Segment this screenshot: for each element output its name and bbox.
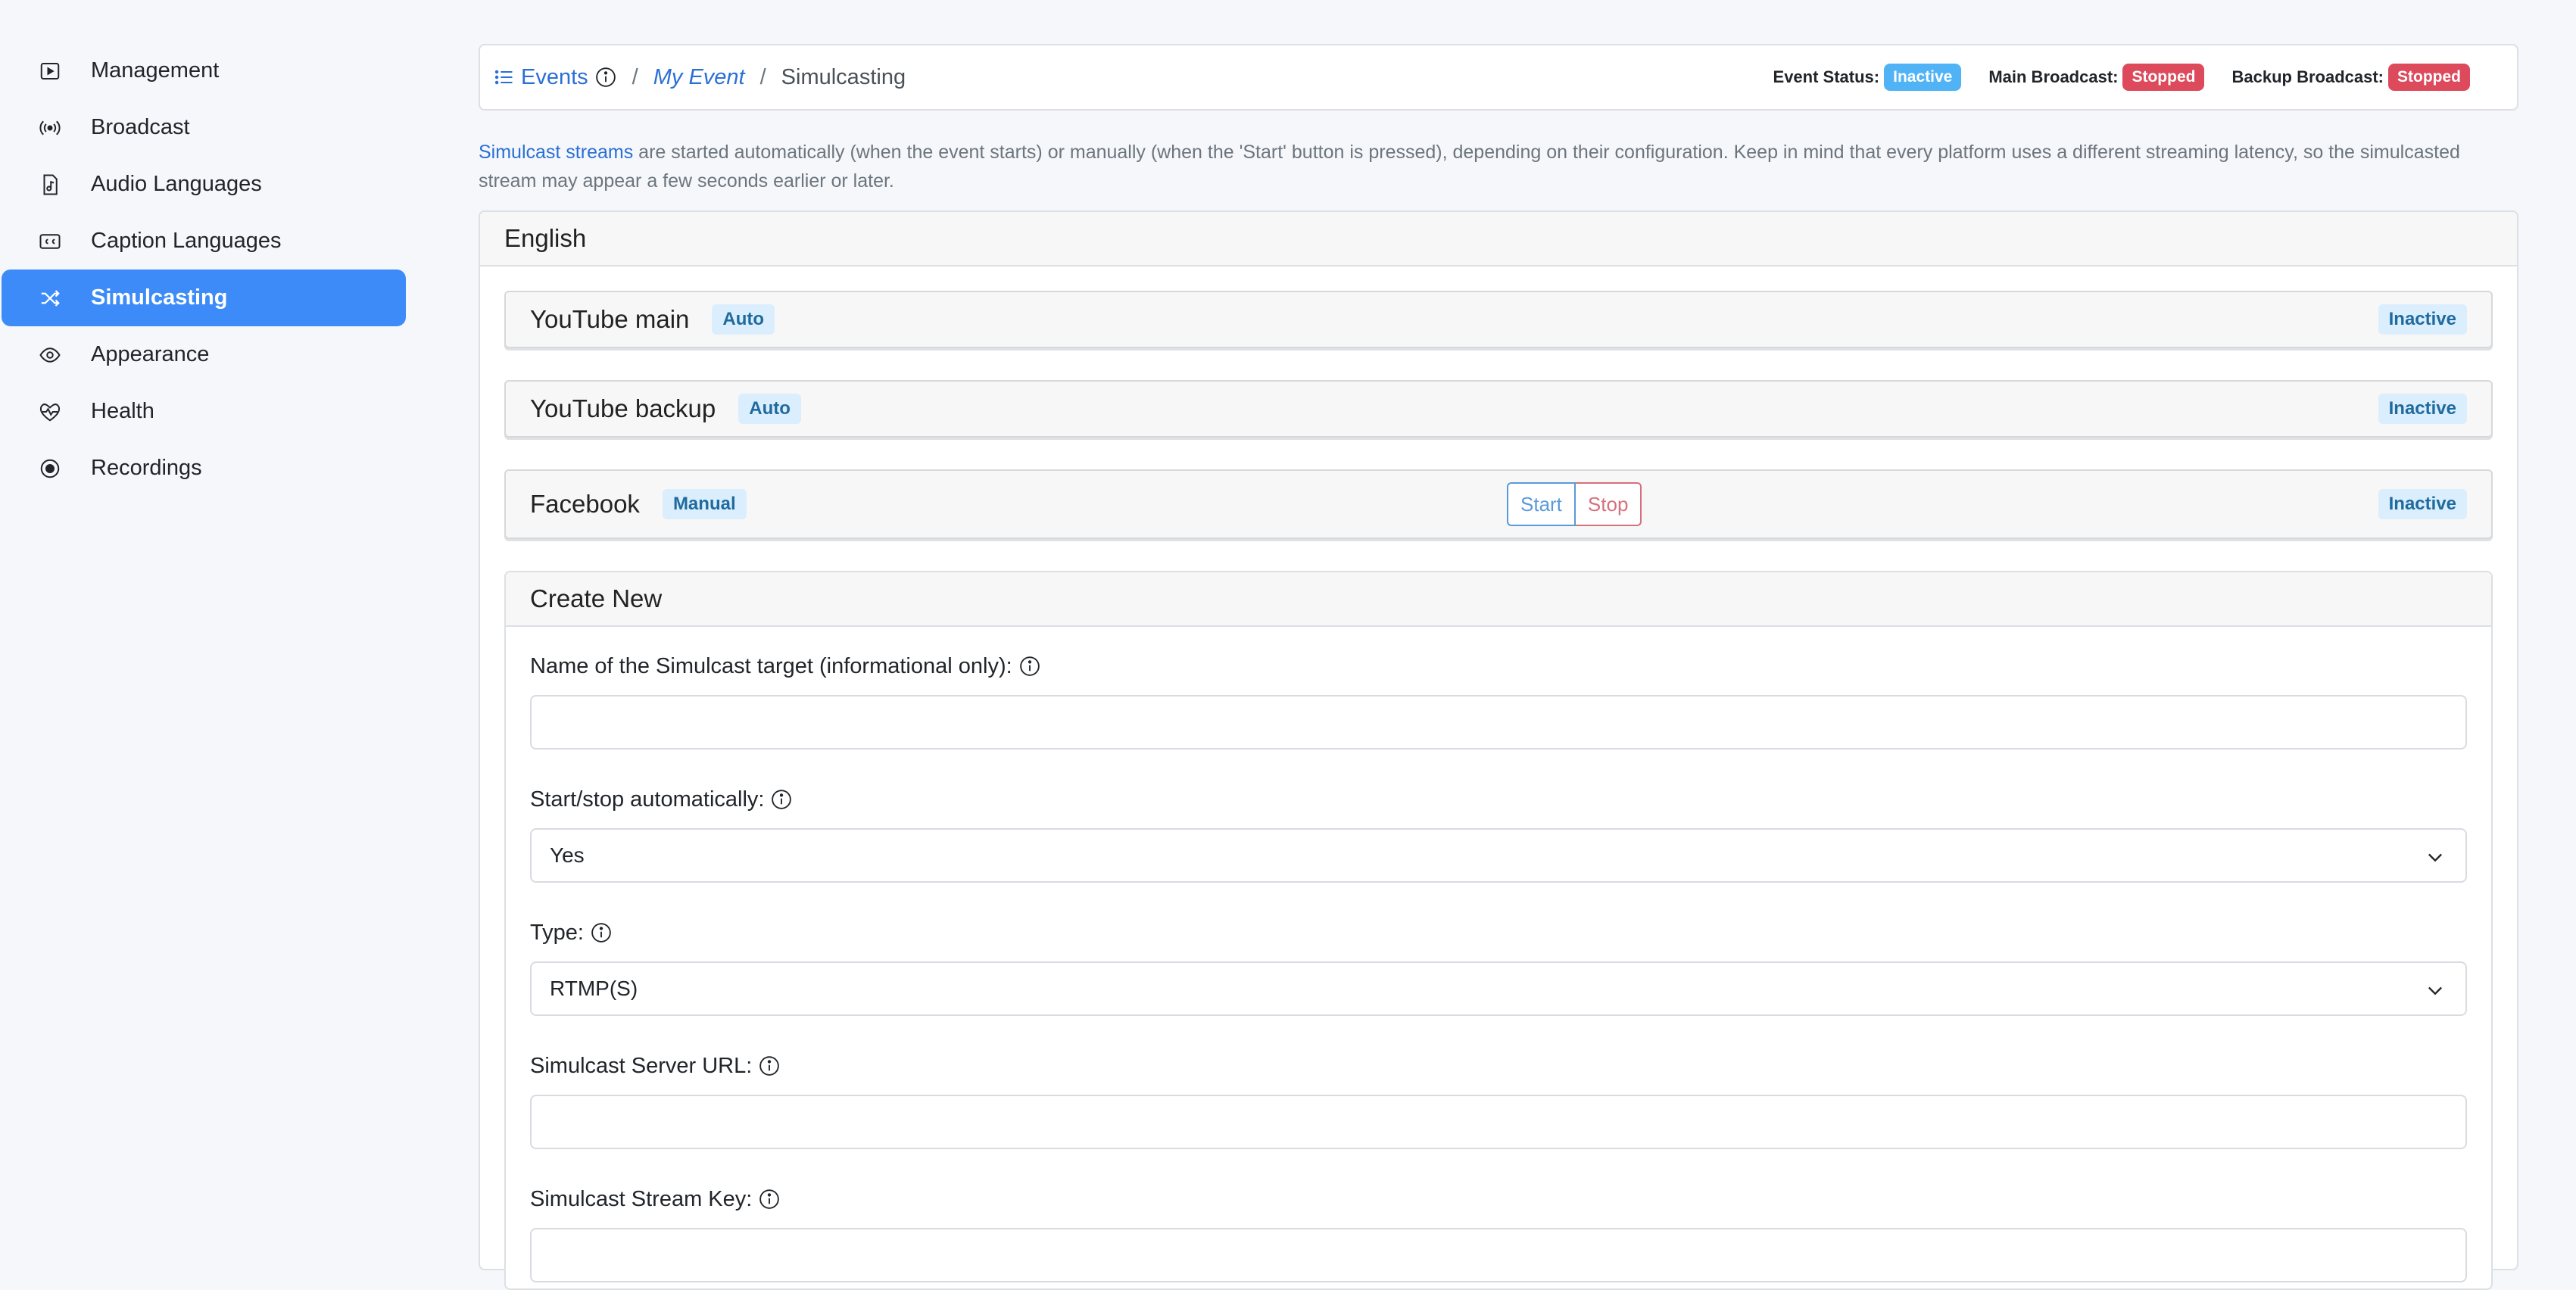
stream-row[interactable]: Facebook Manual Start Stop Inactive [504, 469, 2493, 539]
breadcrumb-current: Simulcasting [781, 64, 906, 89]
record-icon [38, 456, 62, 481]
main-broadcast-label: Main Broadcast: [1988, 67, 2119, 86]
event-status-label: Event Status: [1773, 67, 1880, 86]
intro-text: Simulcast streams are started automatica… [479, 138, 2518, 195]
list-icon [494, 70, 513, 85]
info-icon[interactable] [594, 66, 617, 89]
stream-row[interactable]: YouTube main Auto Inactive [504, 291, 2493, 348]
name-input[interactable] [530, 695, 2467, 749]
sidebar-item-label: Audio Languages [91, 172, 262, 196]
server-url-input[interactable] [530, 1095, 2467, 1149]
language-card: English YouTube main Auto Inactive YouTu… [479, 210, 2518, 1290]
chevron-down-icon [2428, 986, 2442, 996]
sidebar-item-management[interactable]: Management [2, 42, 406, 99]
create-new-card: Create New Name of the Simulcast target … [504, 571, 2493, 1290]
stream-name: YouTube main [530, 305, 690, 333]
sidebar-item-label: Appearance [91, 342, 210, 366]
sidebar-item-label: Simulcasting [91, 285, 228, 310]
sidebar: Management Broadcast Audio Languages Cap… [0, 0, 409, 1273]
stream-mode-badge: Auto [712, 304, 775, 335]
stream-mode-badge: Auto [738, 394, 801, 424]
main-broadcast-badge: Stopped [2122, 64, 2205, 91]
sidebar-item-broadcast[interactable]: Broadcast [2, 99, 406, 156]
sidebar-item-recordings[interactable]: Recordings [2, 440, 406, 497]
stream-status-badge: Inactive [2378, 394, 2467, 424]
event-status-badge: Inactive [1884, 64, 1962, 91]
start-button[interactable]: Start [1507, 482, 1576, 526]
auto-label-text: Start/stop automatically: [530, 787, 765, 812]
backup-broadcast-label: Backup Broadcast: [2231, 67, 2384, 86]
info-icon[interactable] [1018, 655, 1041, 678]
key-field-label: Simulcast Stream Key: [530, 1184, 2467, 1214]
start-stop-group: Start Stop [1507, 482, 1642, 526]
stream-status-badge: Inactive [2378, 304, 2467, 335]
breadcrumb: Events / My Event / Simulcasting [494, 65, 906, 90]
auto-select-value: Yes [550, 843, 585, 867]
shuffle-icon [38, 286, 62, 310]
top-bar: Events / My Event / Simulcasting Event S… [479, 44, 2518, 111]
breadcrumb-events-label: Events [521, 64, 588, 89]
auto-field-label: Start/stop automatically: [530, 784, 2467, 815]
sidebar-item-simulcasting[interactable]: Simulcasting [2, 270, 406, 326]
heart-pulse-icon [38, 400, 62, 424]
broadcast-icon [38, 116, 62, 140]
info-icon[interactable] [758, 1188, 781, 1211]
info-icon[interactable] [770, 788, 793, 811]
sidebar-item-label: Recordings [91, 456, 202, 480]
name-label-text: Name of the Simulcast target (informatio… [530, 653, 1012, 678]
cc-icon [38, 229, 62, 254]
language-title: English [480, 212, 2517, 266]
intro-body: are started automatically (when the even… [479, 142, 2460, 192]
key-label-text: Simulcast Stream Key: [530, 1186, 753, 1211]
info-icon[interactable] [590, 921, 613, 944]
stream-status-badge: Inactive [2378, 489, 2467, 519]
url-label-text: Simulcast Server URL: [530, 1053, 753, 1078]
sidebar-item-caption-languages[interactable]: Caption Languages [2, 213, 406, 270]
sidebar-item-label: Management [91, 58, 220, 83]
event-status: Event Status: Inactive [1773, 64, 1962, 91]
create-new-title: Create New [506, 572, 2491, 627]
main-broadcast-status: Main Broadcast: Stopped [1988, 64, 2205, 91]
play-square-icon [38, 59, 62, 83]
type-label-text: Type: [530, 920, 584, 945]
stop-button[interactable]: Stop [1575, 482, 1642, 526]
breadcrumb-event-link[interactable]: My Event [653, 65, 745, 90]
breadcrumb-separator: / [759, 64, 766, 89]
main-content: Events / My Event / Simulcasting Event S… [479, 44, 2518, 1290]
type-select[interactable]: RTMP(S) [530, 961, 2467, 1016]
stream-key-input[interactable] [530, 1228, 2467, 1282]
breadcrumb-separator: / [632, 64, 638, 89]
info-icon[interactable] [758, 1055, 781, 1077]
status-bar: Event Status: Inactive Main Broadcast: S… [1746, 64, 2470, 91]
simulcast-streams-link[interactable]: Simulcast streams [479, 142, 633, 163]
stream-name: YouTube backup [530, 394, 716, 422]
music-file-icon [38, 173, 62, 197]
chevron-down-icon [2428, 853, 2442, 862]
stream-mode-badge: Manual [662, 489, 747, 519]
eye-icon [38, 343, 62, 367]
type-field-label: Type: [530, 918, 2467, 948]
url-field-label: Simulcast Server URL: [530, 1051, 2467, 1081]
sidebar-item-appearance[interactable]: Appearance [2, 326, 406, 383]
stream-row[interactable]: YouTube backup Auto Inactive [504, 380, 2493, 438]
type-select-value: RTMP(S) [550, 977, 638, 1000]
backup-broadcast-badge: Stopped [2388, 64, 2470, 91]
auto-select[interactable]: Yes [530, 828, 2467, 883]
sidebar-item-audio-languages[interactable]: Audio Languages [2, 156, 406, 213]
stream-name: Facebook [530, 490, 640, 518]
sidebar-item-label: Caption Languages [91, 229, 282, 253]
sidebar-item-health[interactable]: Health [2, 383, 406, 440]
backup-broadcast-status: Backup Broadcast: Stopped [2231, 64, 2470, 91]
breadcrumb-events-link[interactable]: Events [494, 65, 588, 90]
sidebar-item-label: Health [91, 399, 154, 423]
name-field-label: Name of the Simulcast target (informatio… [530, 651, 2467, 681]
sidebar-item-label: Broadcast [91, 115, 190, 139]
